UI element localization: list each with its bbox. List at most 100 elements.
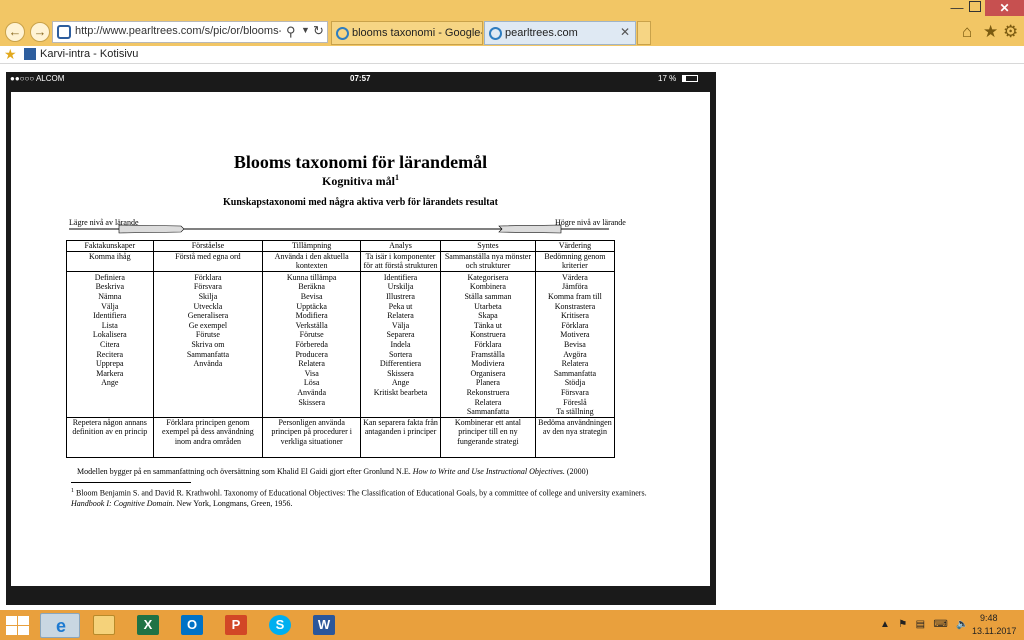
volume-icon[interactable]: 🔈 bbox=[956, 619, 968, 630]
carrier-signal: ●●○○○ ALCOM bbox=[10, 74, 65, 83]
verbs-cell: Kunna tillämpa Beräkna Bevisa Upptäcka M… bbox=[262, 270, 362, 418]
definition-cell: Sammanställa nya mönster och strukturer bbox=[439, 250, 536, 272]
close-tab-icon[interactable]: ✕ bbox=[620, 25, 630, 39]
example-cell: Bedöma användningen av den nya strategin bbox=[534, 416, 616, 458]
site-favicon-icon bbox=[57, 25, 71, 39]
favorites-star-icon[interactable]: ★ bbox=[983, 22, 998, 42]
tab-pearltrees[interactable]: pearltrees.com ✕ bbox=[484, 21, 636, 45]
start-button[interactable] bbox=[4, 614, 30, 636]
excel-icon: X bbox=[137, 615, 159, 635]
system-tray[interactable]: ▲ ⚑ ▤ ⌨ 🔈 bbox=[880, 619, 969, 630]
source-note-text: Modellen bygger på en sammanfattning och… bbox=[77, 467, 411, 476]
source-note: Modellen bygger på en sammanfattning och… bbox=[77, 467, 588, 476]
phone-clock: 07:57 bbox=[350, 74, 371, 83]
favorites-bar: ★ Karvi-intra - Kotisivu bbox=[0, 46, 1024, 64]
example-cell: Repetera någon annans definition av en p… bbox=[66, 416, 154, 458]
table-row: Definiera Beskriva Nämna Välja Identifie… bbox=[66, 270, 616, 418]
search-icon[interactable]: ⚲ bbox=[286, 24, 296, 40]
minimize-button[interactable]: — bbox=[950, 0, 964, 15]
footnote-book-title: Handbook I: Cognitive Domain. bbox=[71, 498, 175, 508]
karvi-site-icon bbox=[24, 48, 36, 60]
network-icon[interactable]: ▤ bbox=[916, 619, 925, 630]
definition-cell: Komma ihåg bbox=[66, 250, 154, 272]
flag-icon[interactable]: ⚑ bbox=[898, 619, 907, 630]
verbs-cell: Identifiera Urskilja Illustrera Peka ut … bbox=[360, 270, 441, 418]
windows-logo-pane bbox=[18, 626, 29, 635]
forward-button[interactable]: → bbox=[30, 22, 50, 42]
example-cell: Förklara principen genom exempel på dess… bbox=[152, 416, 264, 458]
address-bar[interactable]: http://www.pearltrees.com/s/pic/or/bloom… bbox=[52, 21, 328, 43]
file-explorer-icon bbox=[93, 615, 115, 635]
table-row: Komma ihåg Förstå med egna ord Använda i… bbox=[66, 250, 616, 272]
verbs-cell: Kategorisera Kombinera Ställa samman Uta… bbox=[439, 270, 536, 418]
taskbar-word[interactable]: W bbox=[304, 613, 344, 638]
gear-icon[interactable]: ⚙ bbox=[1003, 22, 1018, 42]
source-note-year: (2000) bbox=[566, 467, 589, 476]
example-cell: Personligen använda principen på procedu… bbox=[262, 416, 362, 458]
tab-google[interactable]: blooms taxonomi - Google-ha... bbox=[331, 21, 483, 45]
keyboard-icon[interactable]: ⌨ bbox=[933, 619, 947, 630]
browser-title-bar: ← → http://www.pearltrees.com/s/pic/or/b… bbox=[0, 0, 1024, 46]
chevron-down-icon[interactable]: ▼ bbox=[301, 25, 310, 35]
back-button[interactable]: ← bbox=[5, 22, 25, 42]
pearltrees-icon bbox=[489, 27, 502, 40]
battery-percent: 17 % bbox=[658, 74, 677, 83]
example-cell: Kan separera fakta från antaganden i pri… bbox=[360, 416, 441, 458]
taskbar-clock-date[interactable]: 13.11.2017 bbox=[972, 626, 1016, 636]
ie-page-icon bbox=[336, 27, 349, 40]
column-header: Förståelse bbox=[152, 240, 264, 252]
definition-cell: Förstå med egna ord bbox=[152, 250, 264, 272]
refresh-icon[interactable]: ↻ bbox=[313, 23, 324, 39]
favorite-link-karvi[interactable]: Karvi-intra - Kotisivu bbox=[40, 48, 138, 60]
table-heading: Kunskapstaxonomi med några aktiva verb f… bbox=[223, 197, 498, 208]
level-arrow-icon bbox=[69, 224, 609, 234]
footnote-mark: 1 bbox=[71, 488, 74, 494]
subtitle-text: Kognitiva mål bbox=[321, 174, 395, 188]
outlook-icon: O bbox=[181, 615, 203, 635]
document-subtitle: Kognitiva mål1 bbox=[11, 173, 710, 189]
taskbar-internet-explorer[interactable]: e bbox=[40, 613, 80, 638]
taskbar-file-explorer[interactable] bbox=[84, 613, 124, 638]
verbs-cell: Värdera Jämföra Komma fram till Konstras… bbox=[534, 270, 616, 418]
footnote-publisher: New York, Longmans, Green, 1956. bbox=[176, 498, 293, 508]
verbs-cell: Förklara Försvara Skilja Utveckla Genera… bbox=[152, 270, 264, 418]
column-header: Tillämpning bbox=[262, 240, 362, 252]
show-hidden-icons-icon[interactable]: ▲ bbox=[880, 619, 890, 630]
definition-cell: Använda i den aktuella kontexten bbox=[262, 250, 362, 272]
add-favorite-icon[interactable]: ★ bbox=[4, 46, 17, 63]
bloom-taxonomy-table: Faktakunskaper Förståelse Tillämpning An… bbox=[66, 240, 616, 458]
new-tab-button[interactable] bbox=[637, 21, 651, 45]
column-header: Analys bbox=[360, 240, 441, 252]
taskbar-excel[interactable]: X bbox=[128, 613, 168, 638]
footnote: 1 Bloom Benjamin S. and David R. Krathwo… bbox=[71, 486, 651, 509]
source-note-book-title: How to Write and Use Instructional Objec… bbox=[412, 467, 565, 476]
verbs-cell: Definiera Beskriva Nämna Välja Identifie… bbox=[66, 270, 154, 418]
internet-explorer-icon: e bbox=[55, 616, 66, 636]
table-row: Repetera någon annans definition av en p… bbox=[66, 416, 616, 458]
taskbar-skype[interactable]: S bbox=[260, 613, 300, 638]
powerpoint-icon: P bbox=[225, 615, 247, 635]
footnote-text: Bloom Benjamin S. and David R. Krathwohl… bbox=[76, 488, 647, 498]
maximize-button[interactable] bbox=[969, 1, 981, 12]
battery-icon bbox=[682, 75, 699, 83]
word-icon: W bbox=[313, 615, 335, 635]
footnote-divider bbox=[71, 482, 191, 483]
column-header: Faktakunskaper bbox=[66, 240, 154, 252]
example-cell: Kombinerar ett antal principer till en n… bbox=[439, 416, 536, 458]
url-text[interactable]: http://www.pearltrees.com/s/pic/or/bloom… bbox=[75, 25, 281, 37]
battery-status: 17 % bbox=[658, 74, 699, 83]
windows-taskbar: e X O P S W ▲ ⚑ ▤ ⌨ 🔈 9:48 13.11.2017 bbox=[0, 610, 1024, 640]
definition-cell: Bedömning genom kriterier bbox=[534, 250, 616, 272]
windows-logo-pane bbox=[18, 616, 29, 625]
taskbar-powerpoint[interactable]: P bbox=[216, 613, 256, 638]
document-page: Blooms taxonomi för lärandemål Kognitiva… bbox=[11, 92, 710, 586]
column-header: Värdering bbox=[534, 240, 616, 252]
windows-logo-pane bbox=[6, 626, 17, 635]
windows-logo-icon bbox=[6, 616, 17, 625]
definition-cell: Ta isär i komponenter för att förstå str… bbox=[360, 250, 441, 272]
document-title: Blooms taxonomi för lärandemål bbox=[233, 152, 488, 172]
taskbar-clock-time[interactable]: 9:48 bbox=[980, 613, 998, 623]
home-icon[interactable]: ⌂ bbox=[962, 22, 972, 42]
taskbar-outlook[interactable]: O bbox=[172, 613, 212, 638]
close-window-button[interactable]: ✕ bbox=[985, 0, 1024, 16]
